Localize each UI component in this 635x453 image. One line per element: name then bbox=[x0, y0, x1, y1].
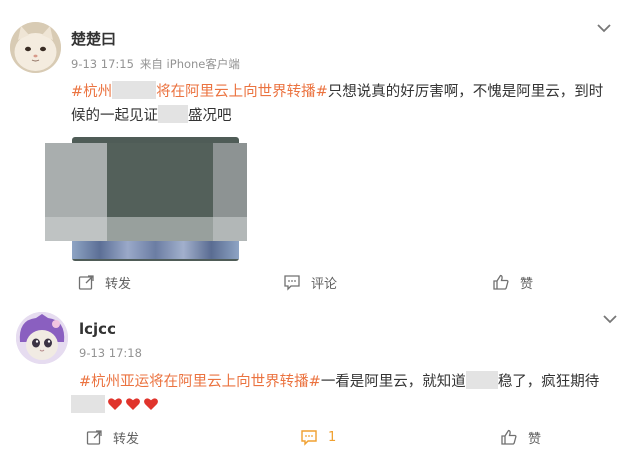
comment-button[interactable]: 评论 bbox=[283, 270, 337, 294]
comment-button[interactable]: 1 bbox=[300, 425, 336, 449]
post-text: #杭州 将在阿里云上向世界转播#只想说真的好厉害啊，不愧是阿里云，到时 候的一起见… bbox=[71, 80, 631, 128]
body-text: 一看是阿里云，就知道 bbox=[320, 374, 466, 390]
heart-icon bbox=[144, 398, 158, 410]
repost-button[interactable]: 转发 bbox=[78, 270, 131, 294]
post-meta: 9-13 17:15 来自 iPhone客户端 bbox=[71, 56, 246, 72]
action-bar: 转发 评论 赞 bbox=[0, 270, 635, 294]
topic-link[interactable]: #杭州 将在阿里云上向世界转播# bbox=[71, 81, 328, 100]
comment-label: 评论 bbox=[311, 276, 338, 292]
chevron-down-icon[interactable] bbox=[596, 22, 612, 34]
video-thumbnail[interactable] bbox=[45, 137, 247, 261]
like-label: 赞 bbox=[528, 431, 542, 447]
like-button[interactable]: 赞 bbox=[500, 425, 541, 449]
body-text: 稳了，疯狂期待 bbox=[497, 374, 600, 390]
action-bar: 转发 1 赞 bbox=[0, 425, 635, 449]
heart-icon bbox=[108, 398, 122, 410]
redacted-block bbox=[465, 371, 498, 389]
source-label: 来自 iPhone客户端 bbox=[139, 57, 240, 71]
like-label: 赞 bbox=[520, 276, 534, 292]
post-meta: 9-13 17:18 bbox=[79, 346, 148, 360]
cat-avatar-icon bbox=[16, 312, 68, 364]
body-text: 候的一起见证 bbox=[71, 108, 158, 124]
post-text: #杭州亚运将在阿里云上向世界转播#一看是阿里云，就知道 稳了，疯狂期待 bbox=[71, 370, 631, 418]
repost-icon bbox=[86, 429, 102, 445]
redacted-block bbox=[71, 395, 105, 413]
username[interactable]: 楚楚曰 bbox=[71, 28, 116, 49]
timestamp: 9-13 17:18 bbox=[79, 346, 142, 360]
redacted-block bbox=[112, 81, 157, 99]
heart-emoji-row bbox=[105, 398, 159, 414]
body-text: 盛况吧 bbox=[188, 108, 232, 124]
topic-text: #杭州 bbox=[71, 84, 113, 100]
comment-count: 1 bbox=[328, 429, 337, 445]
comment-icon bbox=[301, 429, 317, 446]
heart-icon bbox=[126, 398, 140, 410]
post-card: lcjcc 9-13 17:18 #杭州亚运将在阿里云上向世界转播#一看是阿里云… bbox=[0, 300, 635, 453]
repost-button[interactable]: 转发 bbox=[86, 425, 139, 449]
like-button[interactable]: 赞 bbox=[492, 270, 533, 294]
repost-label: 转发 bbox=[105, 276, 132, 292]
redacted-block bbox=[158, 105, 188, 123]
avatar[interactable] bbox=[16, 312, 68, 364]
chevron-down-icon[interactable] bbox=[602, 313, 618, 325]
topic-text: 将在阿里云上向世界转播# bbox=[156, 84, 328, 100]
topic-link[interactable]: #杭州亚运将在阿里云上向世界转播# bbox=[79, 374, 321, 390]
post-card: 楚楚曰 9-13 17:15 来自 iPhone客户端 #杭州 将在阿里云上向世界转… bbox=[0, 0, 635, 300]
thumbs-up-icon bbox=[501, 429, 517, 445]
comment-icon bbox=[284, 274, 300, 291]
thumbs-up-icon bbox=[493, 274, 509, 290]
body-text: 只想说真的好厉害啊，不愧是阿里云，到时 bbox=[327, 84, 604, 100]
username[interactable]: lcjcc bbox=[79, 320, 116, 338]
repost-icon bbox=[78, 274, 94, 290]
repost-label: 转发 bbox=[113, 431, 140, 447]
avatar[interactable] bbox=[10, 22, 61, 73]
cat-avatar-icon bbox=[10, 22, 61, 73]
timestamp: 9-13 17:15 bbox=[71, 57, 134, 71]
